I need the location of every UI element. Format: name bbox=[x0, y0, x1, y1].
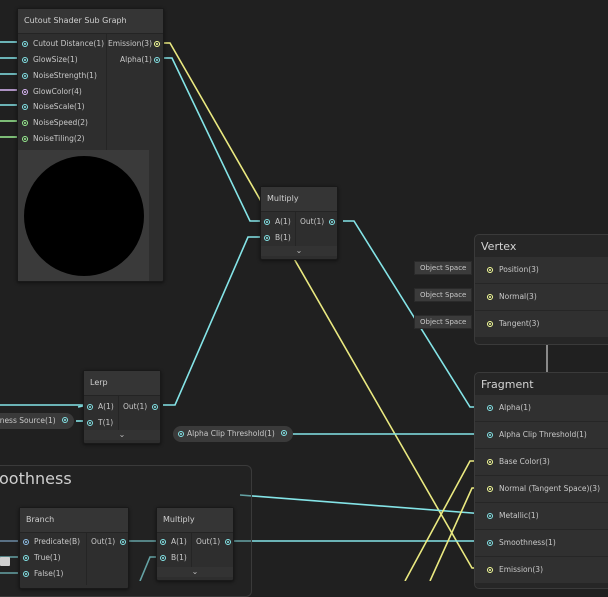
wire-base-color bbox=[404, 460, 485, 581]
port-dot bbox=[281, 430, 288, 436]
port-alpha-out[interactable]: Alpha(1) bbox=[120, 53, 160, 67]
alpha-clip-threshold-property[interactable]: Alpha Clip Threshold(1) bbox=[173, 426, 294, 442]
preview-sphere bbox=[24, 156, 144, 276]
port-branch-false[interactable]: False(1) bbox=[23, 567, 63, 581]
vertex-stack[interactable]: Vertex Position(3) Normal(3) Tangent(3) bbox=[474, 234, 608, 345]
port-glowcolor[interactable]: GlowColor(4) bbox=[22, 85, 82, 99]
chevron-down-icon[interactable]: ⌄ bbox=[157, 567, 233, 577]
fragment-block-alpha[interactable]: Alpha(1) bbox=[475, 394, 608, 421]
collapsed-node-icon[interactable] bbox=[0, 557, 10, 566]
chevron-down-icon[interactable]: ⌄ bbox=[261, 246, 337, 256]
multiply-node-bottom[interactable]: Multiply A(1) B(1) Out(1) ⌄ bbox=[156, 507, 234, 581]
fragment-block-emission[interactable]: Emission(3) bbox=[475, 556, 608, 583]
port-noisetiling[interactable]: NoiseTiling(2) bbox=[22, 132, 85, 146]
branch-node[interactable]: Branch Predicate(B) True(1) False(1) Out… bbox=[19, 507, 129, 589]
port-branch-predicate[interactable]: Predicate(B) bbox=[23, 535, 80, 549]
port-noisestrength[interactable]: NoiseStrength(1) bbox=[22, 69, 97, 83]
vertex-block-tangent[interactable]: Tangent(3) bbox=[475, 310, 608, 337]
port-branch-true[interactable]: True(1) bbox=[23, 551, 61, 565]
port-multiply-bottom-a[interactable]: A(1) bbox=[160, 535, 187, 549]
preview-panel bbox=[18, 150, 149, 281]
port-lerp-out[interactable]: Out(1) bbox=[123, 400, 158, 414]
multiply-bottom-title: Multiply bbox=[157, 508, 233, 533]
fragment-block-alpha-clip[interactable]: Alpha Clip Threshold(1) bbox=[475, 421, 608, 448]
vertex-block-position[interactable]: Position(3) bbox=[475, 256, 608, 283]
port-glowsize[interactable]: GlowSize(1) bbox=[22, 53, 78, 67]
fragment-block-smoothness[interactable]: Smoothness(1) bbox=[475, 529, 608, 556]
wire-multiply-to-alpha bbox=[343, 220, 485, 408]
property-dot bbox=[178, 431, 184, 437]
smoothness-source-property[interactable]: thness Source(1) bbox=[0, 413, 75, 429]
vertex-block-normal[interactable]: Normal(3) bbox=[475, 283, 608, 310]
wire-alpha-to-multiply-a bbox=[157, 57, 263, 222]
multiply-title: Multiply bbox=[261, 187, 337, 212]
port-multiply-b[interactable]: B(1) bbox=[264, 231, 291, 245]
port-lerp-a[interactable]: A(1) bbox=[87, 400, 114, 414]
subgraph-title: Cutout Shader Sub Graph bbox=[18, 9, 163, 34]
port-multiply-out[interactable]: Out(1) bbox=[300, 215, 335, 229]
group-title: oothness bbox=[0, 469, 72, 488]
port-multiply-bottom-out[interactable]: Out(1) bbox=[196, 535, 231, 549]
normal-space-field[interactable]: Object Space bbox=[414, 288, 473, 302]
port-cutout-distance[interactable]: Cutout Distance(1) bbox=[22, 37, 104, 51]
port-emission-out[interactable]: Emission(3) bbox=[108, 37, 160, 51]
lerp-node[interactable]: Lerp A(1) T(1) Out(1) ⌄ bbox=[83, 370, 161, 444]
wire-metallic bbox=[239, 494, 486, 515]
tangent-space-field[interactable]: Object Space bbox=[414, 315, 473, 329]
branch-title: Branch bbox=[20, 508, 128, 533]
port-noisespeed[interactable]: NoiseSpeed(2) bbox=[22, 116, 88, 130]
fragment-block-normal[interactable]: Normal (Tangent Space)(3) bbox=[475, 475, 608, 502]
position-space-field[interactable]: Object Space bbox=[414, 261, 473, 275]
fragment-block-metallic[interactable]: Metallic(1) bbox=[475, 502, 608, 529]
port-branch-out[interactable]: Out(1) bbox=[91, 535, 126, 549]
port-multiply-a[interactable]: A(1) bbox=[264, 215, 291, 229]
multiply-node-top[interactable]: Multiply A(1) B(1) Out(1) ⌄ bbox=[260, 186, 338, 260]
fragment-block-base-color[interactable]: Base Color(3) bbox=[475, 448, 608, 475]
fragment-stack[interactable]: Fragment Alpha(1) Alpha Clip Threshold(1… bbox=[474, 372, 608, 589]
lerp-title: Lerp bbox=[84, 371, 160, 396]
cutout-subgraph-node[interactable]: Cutout Shader Sub Graph Cutout Distance(… bbox=[17, 8, 164, 282]
port-multiply-bottom-b[interactable]: B(1) bbox=[160, 551, 187, 565]
port-dot bbox=[62, 417, 69, 423]
chevron-down-icon[interactable]: ⌄ bbox=[84, 430, 160, 440]
port-noisescale[interactable]: NoiseScale(1) bbox=[22, 100, 85, 114]
wire-lerp-to-multiply-b bbox=[163, 236, 263, 406]
port-lerp-t[interactable]: T(1) bbox=[87, 416, 113, 430]
